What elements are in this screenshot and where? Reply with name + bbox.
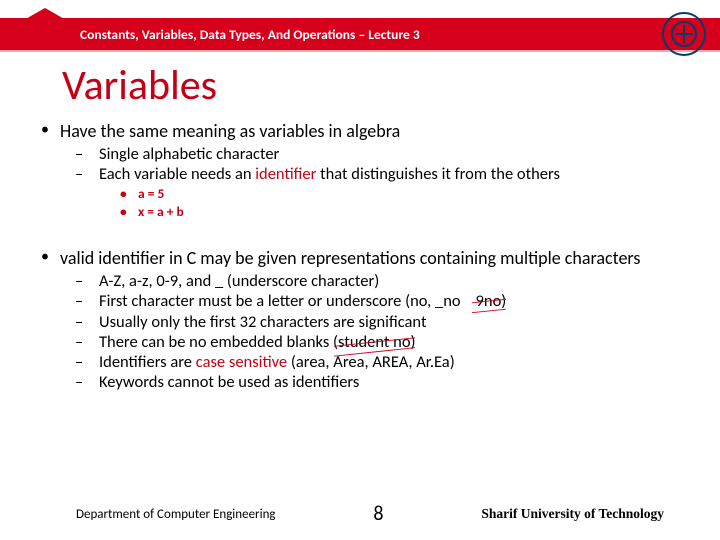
footer-university: Sharif University of Technology [481, 506, 664, 522]
header-bar: Constants, Variables, Data Types, And Op… [0, 18, 720, 50]
invalid-example: student no [338, 332, 411, 352]
highlight-identifier: identifier [255, 164, 316, 184]
footer-department: Department of Computer Engineering [76, 507, 276, 522]
slide-content: • Have the same meaning as variables in … [30, 120, 696, 392]
code-line: •x = a + b [120, 203, 696, 221]
header-title: Constants, Variables, Data Types, And Op… [80, 26, 420, 43]
highlight-case-sensitive: case sensitive [196, 352, 287, 372]
bullet-sub: –A-Z, a-z, 0-9, and _ (underscore charac… [75, 271, 696, 291]
bullet-sub: – First character must be a letter or un… [75, 291, 696, 311]
code-line: •a = 5 [120, 185, 696, 203]
bullet-main-1: • Have the same meaning as variables in … [30, 120, 696, 142]
bullet-sub: – Identifiers are case sensitive (area, … [75, 352, 696, 372]
footer-page-number: 8 [373, 502, 383, 526]
slide-title: Variables [62, 60, 217, 111]
bullet-main-1-text: Have the same meaning as variables in al… [60, 120, 400, 142]
header-underline [0, 50, 720, 52]
bullet-main-2-text: valid identifier in C may be given repre… [60, 247, 640, 269]
university-logo [662, 12, 706, 56]
bullet-sub: – Single alphabetic character [75, 144, 696, 164]
bullet-sub: –Keywords cannot be used as identifiers [75, 372, 696, 392]
invalid-example: 9no [476, 291, 502, 311]
footer: Department of Computer Engineering 8 Sha… [0, 502, 720, 526]
bullet-sub: –Usually only the first 32 characters ar… [75, 312, 696, 332]
bullet-sub: – Each variable needs an identifier that… [75, 164, 696, 184]
bullet-main-2: • valid identifier in C may be given rep… [30, 247, 696, 269]
bullet-sub: – There can be no embedded blanks (stude… [75, 332, 696, 352]
